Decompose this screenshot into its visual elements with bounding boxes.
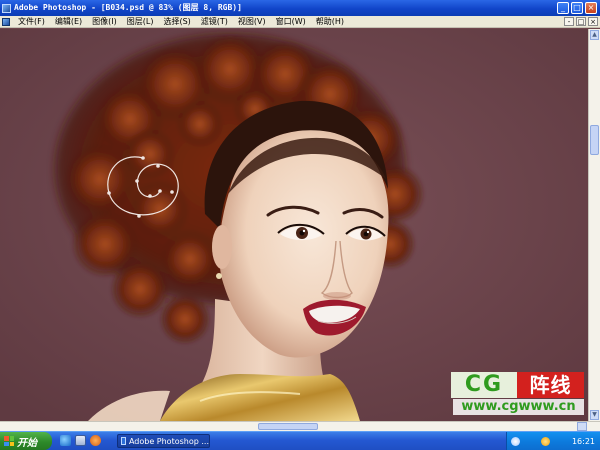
menu-window[interactable]: 窗口(W)	[271, 16, 311, 27]
scroll-down-arrow-icon[interactable]: ▼	[590, 410, 599, 420]
quick-launch	[60, 435, 101, 446]
maximize-button[interactable]: □	[571, 2, 583, 14]
network-icon[interactable]	[511, 436, 520, 446]
menu-bar: 文件(F) 编辑(E) 图像(I) 图层(L) 选择(S) 滤镜(T) 视图(V…	[0, 16, 600, 28]
internet-explorer-icon[interactable]	[60, 435, 71, 446]
menu-select[interactable]: 选择(S)	[158, 16, 195, 27]
menu-file[interactable]: 文件(F)	[13, 16, 50, 27]
horizontal-scrollbar[interactable]	[0, 421, 600, 431]
scroll-up-arrow-icon[interactable]: ▲	[590, 30, 599, 40]
menu-layer[interactable]: 图层(L)	[122, 16, 159, 27]
scroll-right-arrow-icon[interactable]	[577, 422, 587, 431]
taskbar-item-label: Adobe Photoshop ...	[128, 436, 209, 446]
close-button[interactable]: ×	[585, 2, 597, 14]
vertical-scrollbar[interactable]: ▲ ▼	[588, 29, 600, 421]
menu-edit[interactable]: 编辑(E)	[50, 16, 87, 27]
system-tray: 16:21	[506, 432, 600, 450]
document-close-button[interactable]: ×	[588, 17, 598, 26]
photoshop-screen: Adobe Photoshop - [B034.psd @ 83% (图层 8,…	[0, 0, 600, 450]
photoshop-task-icon	[121, 437, 126, 445]
volume-icon[interactable]	[541, 436, 551, 446]
minimize-button[interactable]: _	[557, 2, 569, 14]
horizontal-scroll-thumb[interactable]	[258, 423, 318, 430]
photoshop-icon	[2, 3, 11, 13]
media-player-icon[interactable]	[90, 435, 101, 446]
windows-flag-icon	[4, 436, 14, 446]
start-label: 开始	[17, 437, 37, 449]
window-controls: _ □ ×	[557, 2, 597, 14]
photoshop-document-icon[interactable]	[2, 17, 10, 26]
document-minimize-button[interactable]: -	[564, 17, 574, 26]
document-restore-button[interactable]: □	[576, 17, 586, 26]
cg-watermark-logo: CG 阵线 www.cgwww.cn	[451, 372, 584, 417]
document-canvas[interactable]	[0, 29, 588, 421]
taskbar: 开始 Adobe Photoshop ... EN 16:21	[0, 431, 600, 450]
menu-help[interactable]: 帮助(H)	[311, 16, 349, 27]
watermark-cn-text: 阵线	[517, 372, 584, 398]
menu-view[interactable]: 视图(V)	[233, 16, 271, 27]
show-desktop-icon[interactable]	[75, 435, 86, 446]
window-title: Adobe Photoshop - [B034.psd @ 83% (图层 8,…	[14, 3, 242, 12]
menu-filter[interactable]: 滤镜(T)	[196, 16, 233, 27]
watermark-url: www.cgwww.cn	[453, 399, 584, 415]
document-controls: - □ ×	[564, 17, 598, 26]
vertical-scroll-thumb[interactable]	[590, 125, 599, 155]
watermark-cg-text: CG	[451, 372, 517, 398]
menu-image[interactable]: 图像(I)	[87, 16, 122, 27]
start-button[interactable]: 开始	[0, 432, 52, 450]
title-bar[interactable]: Adobe Photoshop - [B034.psd @ 83% (图层 8,…	[0, 0, 600, 16]
painting	[0, 29, 588, 421]
taskbar-item-photoshop[interactable]: Adobe Photoshop ...	[117, 434, 210, 448]
clock[interactable]: 16:21	[572, 437, 595, 446]
